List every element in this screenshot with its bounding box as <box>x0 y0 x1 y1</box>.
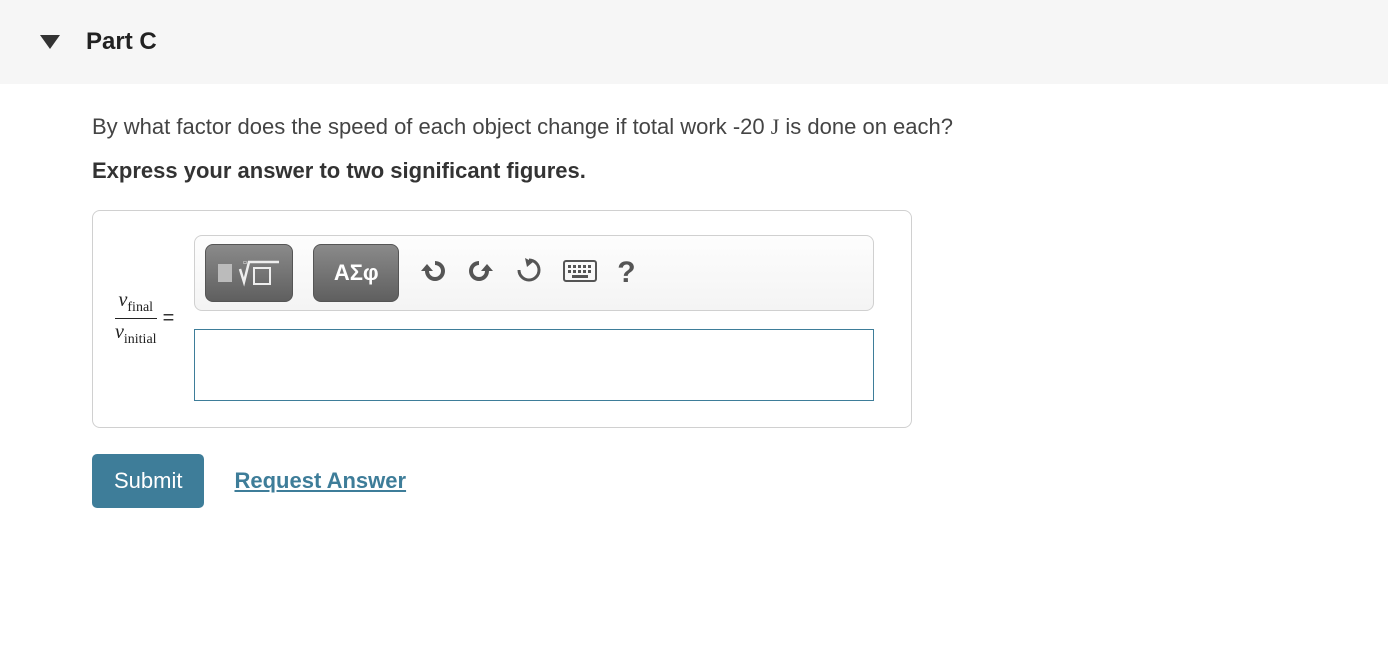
question-text: By what factor does the speed of each ob… <box>92 114 1348 140</box>
fraction-root-icon: ▫ <box>216 254 282 292</box>
submit-button[interactable]: Submit <box>92 454 204 508</box>
greek-label: ΑΣφ <box>334 260 379 286</box>
instruction-text: Express your answer to two significant f… <box>92 158 1348 184</box>
part-title: Part C <box>86 28 157 56</box>
math-templates-button[interactable]: ▫ <box>205 244 293 302</box>
answer-input[interactable] <box>194 329 874 401</box>
answer-box: vfinal vinitial = ▫ ΑΣ <box>92 210 912 428</box>
question-prefix: By what factor does the speed of each ob… <box>92 114 771 139</box>
answer-label: vfinal vinitial = <box>115 289 180 348</box>
vinitial-sub: initial <box>124 332 157 347</box>
action-row: Submit Request Answer <box>92 454 1348 508</box>
request-answer-link[interactable]: Request Answer <box>234 468 406 494</box>
equals-sign: = <box>163 307 175 330</box>
reset-icon[interactable] <box>515 256 543 291</box>
undo-icon[interactable] <box>419 257 447 290</box>
svg-text:▫: ▫ <box>243 257 247 269</box>
part-content: By what factor does the speed of each ob… <box>0 84 1388 538</box>
keyboard-icon[interactable] <box>563 258 597 289</box>
question-unit: J <box>771 114 780 139</box>
vfinal-sub: final <box>127 300 153 315</box>
equation-toolbar: ▫ ΑΣφ <box>194 235 874 311</box>
help-icon[interactable]: ? <box>617 256 635 290</box>
vinitial-v: v <box>115 321 124 343</box>
answer-input-area: ▫ ΑΣφ <box>194 235 889 401</box>
greek-symbols-button[interactable]: ΑΣφ <box>313 244 399 302</box>
fraction-label: vfinal vinitial <box>115 289 157 348</box>
fraction-denominator: vinitial <box>115 319 157 348</box>
part-header[interactable]: Part C <box>0 0 1388 84</box>
collapse-triangle-icon[interactable] <box>40 35 60 49</box>
redo-icon[interactable] <box>467 257 495 290</box>
question-suffix: is done on each? <box>779 114 953 139</box>
fraction-numerator: vfinal <box>115 289 157 319</box>
